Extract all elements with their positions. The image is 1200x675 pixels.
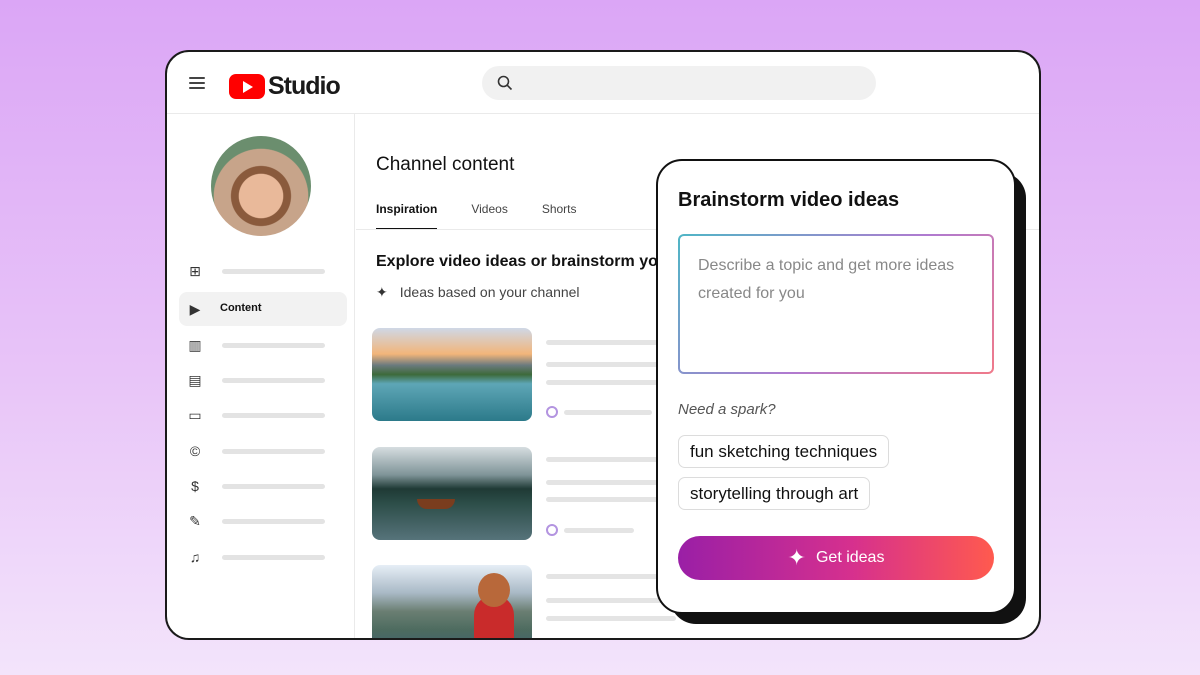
sidebar-item-content[interactable]: ▶ Content [179, 292, 347, 326]
sidebar-item-earn[interactable]: $ [179, 469, 347, 503]
ideas-label-row: ✦ Ideas based on your channel [376, 284, 580, 301]
placeholder-line [564, 528, 634, 533]
copyright-icon: © [189, 443, 201, 459]
tab-shorts[interactable]: Shorts [542, 202, 577, 230]
sidebar-item-label: Content [220, 302, 262, 314]
placeholder-bar [222, 449, 325, 454]
tab-inspiration[interactable]: Inspiration [376, 202, 438, 230]
brainstorm-title: Brainstorm video ideas [678, 189, 900, 211]
tab-bar: Inspiration Videos Shorts [376, 202, 577, 230]
placeholder-bar [222, 519, 325, 524]
youtube-logo-icon [229, 74, 265, 99]
customization-icon: ✎ [189, 513, 201, 529]
subtitles-icon: ▭ [188, 407, 202, 423]
tab-videos[interactable]: Videos [471, 202, 507, 230]
sidebar-item-copyright[interactable]: © [179, 434, 347, 468]
progress-icon [546, 406, 558, 418]
placeholder-bar [222, 484, 325, 489]
sidebar-item-dashboard[interactable]: ⊞ [179, 254, 347, 288]
sidebar-item-customization[interactable]: ✎ [179, 504, 347, 538]
channel-avatar[interactable] [211, 136, 311, 236]
hair-image [478, 573, 510, 607]
sidebar: ⊞ ▶ Content ▥ ▤ ▭ © $ ✎ ♫ [167, 114, 355, 638]
video-idea-thumbnail[interactable] [372, 565, 532, 638]
video-idea-thumbnail[interactable] [372, 447, 532, 540]
explore-heading: Explore video ideas or brainstorm you [376, 253, 668, 270]
placeholder-bar [222, 555, 325, 560]
dashboard-icon: ⊞ [189, 263, 201, 279]
placeholder-bar [222, 413, 325, 418]
sparkle-icon: ✦ [787, 545, 806, 570]
search-input[interactable] [482, 66, 876, 100]
boat-image [417, 499, 455, 509]
sparkle-icon: ✦ [376, 284, 388, 300]
page-title: Channel content [376, 154, 515, 175]
spark-label: Need a spark? [678, 401, 776, 418]
audio-library-icon: ♫ [189, 549, 201, 565]
sidebar-item-analytics[interactable]: ▥ [179, 328, 347, 362]
suggestion-chip[interactable]: storytelling through art [678, 477, 871, 510]
sidebar-item-subtitles[interactable]: ▭ [179, 398, 347, 432]
topic-input[interactable]: Describe a topic and get more ideas crea… [678, 234, 994, 374]
placeholder-line [564, 410, 652, 415]
menu-icon[interactable] [189, 77, 205, 89]
sidebar-item-comments[interactable]: ▤ [179, 363, 347, 397]
ideas-label: Ideas based on your channel [399, 284, 580, 300]
suggestion-chip[interactable]: fun sketching techniques [678, 435, 890, 468]
placeholder-bar [222, 343, 325, 348]
top-bar: Studio [167, 52, 1039, 114]
brainstorm-card: Brainstorm video ideas Describe a topic … [656, 159, 1016, 614]
get-ideas-label: Get ideas [815, 549, 885, 566]
content-icon: ▶ [189, 301, 201, 317]
search-icon [497, 75, 513, 91]
comments-icon: ▤ [188, 372, 202, 388]
analytics-icon: ▥ [188, 337, 202, 353]
progress-icon [546, 524, 558, 536]
studio-logo[interactable]: Studio [229, 72, 341, 101]
sidebar-item-audio-library[interactable]: ♫ [179, 540, 347, 574]
app-title: Studio [268, 72, 341, 100]
earn-icon: $ [191, 478, 199, 494]
placeholder-bar [222, 378, 325, 383]
placeholder-line [546, 616, 676, 621]
video-idea-thumbnail[interactable] [372, 328, 532, 421]
placeholder-line [546, 598, 676, 603]
placeholder-bar [222, 269, 325, 274]
get-ideas-button[interactable]: ✦ Get ideas [678, 536, 994, 580]
